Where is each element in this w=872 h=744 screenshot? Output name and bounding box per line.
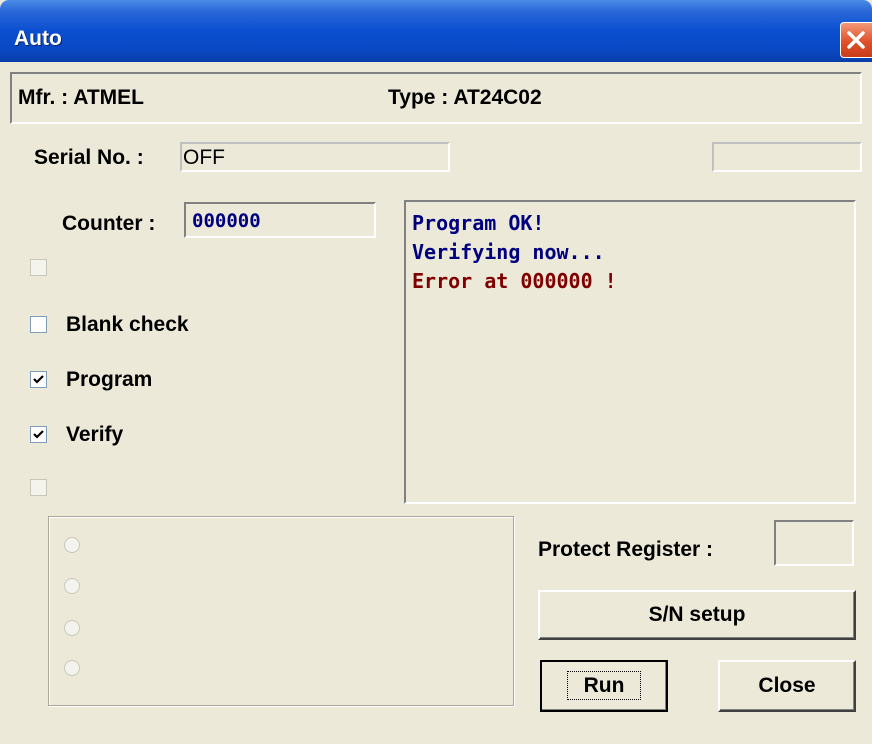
- option-checkbox-5[interactable]: [30, 479, 47, 496]
- close-window-button[interactable]: [840, 22, 872, 58]
- log-line: Verifying now...: [412, 240, 605, 264]
- radio-option-1[interactable]: [64, 537, 80, 553]
- protect-register-field[interactable]: [774, 520, 854, 566]
- option-checkbox-1[interactable]: [30, 259, 47, 276]
- counter-field: 000000: [184, 202, 376, 238]
- sn-setup-button[interactable]: S/N setup: [538, 590, 856, 640]
- run-button[interactable]: Run: [540, 660, 668, 712]
- log-line: Program OK!: [412, 211, 545, 235]
- close-button[interactable]: Close: [718, 660, 856, 712]
- verify-label: Verify: [66, 423, 124, 446]
- run-button-label: Run: [566, 671, 642, 700]
- status-log-panel: Program OK! Verifying now... Error at 00…: [404, 200, 856, 504]
- close-icon: [847, 31, 865, 49]
- program-checkbox[interactable]: [30, 371, 47, 388]
- blank-check-label: Blank check: [66, 313, 189, 336]
- radio-option-3[interactable]: [64, 620, 80, 636]
- log-line-error: Error at 000000 !: [412, 269, 617, 293]
- serial-extra-field: [712, 142, 862, 172]
- checkmark-icon: [33, 430, 44, 439]
- sn-setup-button-label: S/N setup: [648, 603, 746, 626]
- blank-check-checkbox[interactable]: [30, 316, 47, 333]
- window-title: Auto: [14, 27, 62, 50]
- checkmark-icon: [33, 375, 44, 384]
- verify-checkbox[interactable]: [30, 426, 47, 443]
- radio-option-4[interactable]: [64, 660, 80, 676]
- serial-number-label: Serial No. :: [34, 146, 144, 169]
- manufacturer-label: Mfr. : ATMEL: [18, 86, 144, 109]
- program-label: Program: [66, 368, 153, 391]
- close-button-label: Close: [758, 674, 816, 697]
- title-bar[interactable]: Auto: [0, 0, 872, 62]
- device-info-bar: Mfr. : ATMEL Type : AT24C02: [10, 72, 862, 124]
- protect-register-label: Protect Register :: [538, 538, 714, 561]
- auto-dialog: Auto Mfr. : ATMEL Type : AT24C02 Serial …: [0, 0, 872, 744]
- serial-number-value: OFF: [183, 146, 225, 169]
- device-type-label: Type : AT24C02: [388, 86, 542, 109]
- serial-number-field: OFF: [180, 142, 450, 172]
- counter-label: Counter :: [62, 212, 156, 235]
- radio-group-box: [48, 516, 514, 706]
- radio-option-2[interactable]: [64, 578, 80, 594]
- counter-value: 000000: [192, 210, 261, 232]
